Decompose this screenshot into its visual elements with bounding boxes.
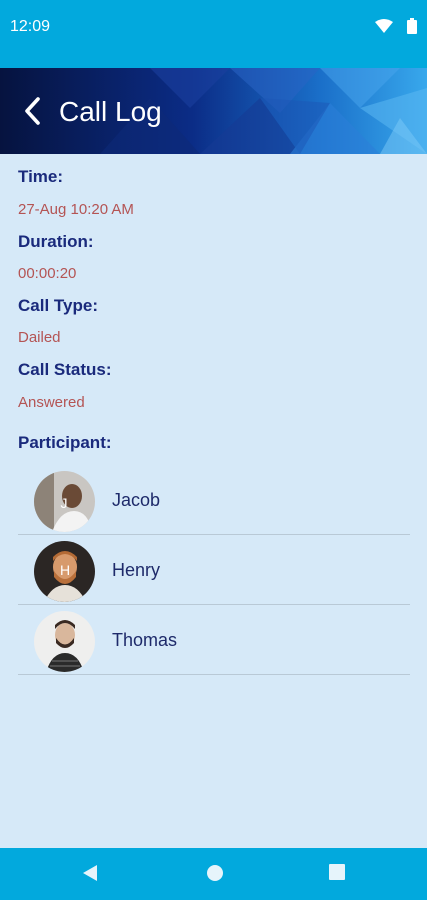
status-bar: 12:09 [0,0,427,68]
call-status-value: Answered [18,394,85,411]
back-button[interactable] [18,94,50,128]
avatar: H [34,541,95,602]
call-type-label: Call Type: [18,296,98,315]
participant-name: Jacob [112,490,161,510]
avatar-initial: J [61,495,68,511]
home-circle-icon[interactable] [206,864,224,882]
navigation-bar [0,848,427,900]
avatar [34,611,95,672]
call-status-label: Call Status: [18,360,112,379]
status-icons [375,18,417,34]
participant-item[interactable]: J Jacob [18,464,410,535]
recents-square-icon[interactable] [329,864,345,880]
page-title: Call Log [59,96,162,127]
participant-label: Participant: [18,433,112,452]
duration-label: Duration: [18,232,94,251]
app-bar: Call Log [0,68,427,154]
participant-item[interactable]: Thomas [18,604,410,675]
participant-item[interactable]: H Henry [18,534,410,605]
avatar: J [34,471,95,532]
participant-name: Henry [112,560,161,580]
participant-name: Thomas [112,630,178,650]
avatar-initial: H [60,562,70,578]
battery-icon [407,18,417,34]
duration-value: 00:00:20 [18,265,77,282]
chevron-left-icon [25,97,40,125]
time-value: 27-Aug 10:20 AM [18,201,134,218]
back-triangle-icon[interactable] [82,864,98,882]
call-type-value: Dailed [18,329,61,346]
wifi-icon [375,19,393,33]
time-label: Time: [18,167,64,186]
status-time: 12:09 [10,18,51,35]
